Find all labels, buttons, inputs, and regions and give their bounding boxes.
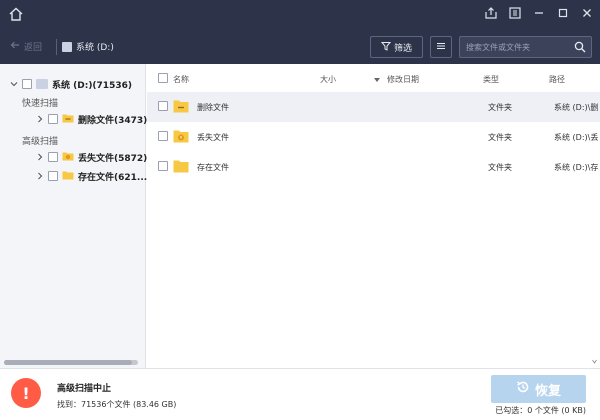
folder-icon bbox=[62, 170, 74, 183]
recover-button[interactable]: 恢复 bbox=[491, 375, 586, 403]
column-name[interactable]: 名称 bbox=[173, 74, 189, 85]
settings-icon[interactable] bbox=[508, 6, 522, 20]
column-modified[interactable]: 修改日期 bbox=[387, 74, 419, 85]
selected-summary: 已勾选：0 个文件 (0 KB) bbox=[495, 406, 586, 415]
horizontal-scrollbar[interactable] bbox=[4, 360, 138, 365]
search-icon[interactable] bbox=[574, 41, 586, 53]
scan-status-title: 高级扫描中止 bbox=[57, 384, 112, 394]
window-controls bbox=[484, 6, 594, 22]
drive-icon bbox=[62, 41, 72, 52]
row-name: 删除文件 bbox=[197, 103, 229, 112]
deleted-folder-icon bbox=[62, 113, 74, 126]
app-window: 返回 系统 (D:) 筛选 搜索文件或文件夹 系统 (D:)(71536) 快速… bbox=[0, 0, 600, 420]
toolbar: 返回 系统 (D:) 筛选 bbox=[0, 30, 600, 64]
table-row[interactable]: 删除文件 文件夹 系统 (D:)\删 bbox=[147, 92, 600, 122]
table-row[interactable]: 丢失文件 文件夹 系统 (D:)\丢 bbox=[147, 122, 600, 152]
column-size[interactable]: 大小 bbox=[320, 74, 336, 85]
chevron-right-icon[interactable] bbox=[36, 115, 44, 123]
search-box bbox=[459, 36, 592, 58]
select-all-checkbox[interactable] bbox=[158, 73, 168, 83]
folder-tree-pane: 系统 (D:)(71536) 快速扫描 删除文件(3473) 高级扫描 丢失文件… bbox=[0, 64, 147, 368]
tree-item-root[interactable]: 系统 (D:)(71536) bbox=[10, 76, 132, 92]
row-checkbox[interactable] bbox=[158, 101, 168, 111]
file-list-pane: 名称 大小 修改日期 类型 路径 删除文件 文件夹 系统 (D:)\删 丢失文件 bbox=[147, 64, 600, 368]
filter-label: 筛选 bbox=[393, 43, 412, 54]
row-checkbox[interactable] bbox=[158, 131, 168, 141]
tree-item-label: 系统 (D:)(71536) bbox=[52, 80, 132, 91]
arrow-left-icon bbox=[10, 40, 20, 53]
tree-item-label: 删除文件(3473) bbox=[78, 115, 148, 126]
tree-item-existing[interactable]: 存在文件(621... bbox=[36, 168, 147, 184]
filter-button[interactable]: 筛选 bbox=[370, 36, 423, 58]
drive-icon bbox=[36, 79, 48, 89]
vertical-scrollbar[interactable] bbox=[592, 104, 597, 364]
history-icon bbox=[516, 380, 530, 398]
maximize-icon[interactable] bbox=[556, 6, 570, 20]
deleted-folder-icon bbox=[173, 99, 189, 113]
recover-label: 恢复 bbox=[534, 383, 561, 399]
toolbar-divider bbox=[56, 39, 57, 55]
table-row[interactable]: 存在文件 文件夹 系统 (D:)\存 bbox=[147, 152, 600, 182]
filter-icon bbox=[380, 41, 392, 54]
tree-item-label: 丢失文件(5872) bbox=[78, 153, 148, 164]
row-checkbox[interactable] bbox=[158, 161, 168, 171]
lost-folder-icon bbox=[173, 129, 189, 143]
back-button[interactable]: 返回 bbox=[10, 40, 42, 53]
list-icon bbox=[436, 41, 446, 54]
row-type: 文件夹 bbox=[488, 103, 512, 112]
root-checkbox[interactable] bbox=[22, 79, 32, 89]
table-header: 名称 大小 修改日期 类型 路径 bbox=[147, 64, 600, 94]
back-label: 返回 bbox=[24, 43, 43, 53]
lost-checkbox[interactable] bbox=[48, 152, 58, 162]
scrollbar-thumb[interactable] bbox=[4, 360, 132, 365]
view-menu-button[interactable] bbox=[430, 36, 452, 58]
column-type[interactable]: 类型 bbox=[483, 74, 499, 85]
chevron-right-icon[interactable] bbox=[36, 172, 44, 180]
row-name: 丢失文件 bbox=[197, 133, 229, 142]
row-type: 文件夹 bbox=[488, 133, 512, 142]
minimize-icon[interactable] bbox=[532, 6, 546, 20]
lost-folder-icon bbox=[62, 151, 74, 164]
found-count: 找到：71536个文件 (83.46 GB) bbox=[57, 400, 177, 409]
folder-icon bbox=[173, 159, 189, 173]
advanced-scan-label: 高级扫描 bbox=[22, 137, 59, 147]
breadcrumb-label: 系统 (D:) bbox=[76, 43, 114, 53]
close-icon[interactable] bbox=[580, 6, 594, 20]
warning-icon: ! bbox=[11, 378, 41, 408]
tree-item-lost[interactable]: 丢失文件(5872) bbox=[36, 149, 147, 165]
status-bar: ! 高级扫描中止 找到：71536个文件 (83.46 GB) 恢复 已勾选：0… bbox=[0, 368, 600, 420]
sort-down-icon[interactable] bbox=[374, 76, 380, 86]
column-path[interactable]: 路径 bbox=[549, 74, 565, 85]
home-icon[interactable] bbox=[8, 6, 24, 22]
chevron-right-icon[interactable] bbox=[36, 153, 44, 161]
chevron-down-icon[interactable] bbox=[10, 80, 18, 88]
quick-scan-label: 快速扫描 bbox=[22, 99, 59, 109]
row-type: 文件夹 bbox=[488, 163, 512, 172]
row-name: 存在文件 bbox=[197, 163, 229, 172]
share-icon[interactable] bbox=[484, 6, 498, 20]
tree-item-deleted[interactable]: 删除文件(3473) bbox=[36, 111, 147, 127]
deleted-checkbox[interactable] bbox=[48, 114, 58, 124]
existing-checkbox[interactable] bbox=[48, 171, 58, 181]
search-input[interactable] bbox=[466, 37, 571, 57]
tree-item-label: 存在文件(621... bbox=[78, 172, 148, 183]
breadcrumb: 系统 (D:) bbox=[62, 40, 114, 53]
title-bar bbox=[0, 0, 600, 30]
